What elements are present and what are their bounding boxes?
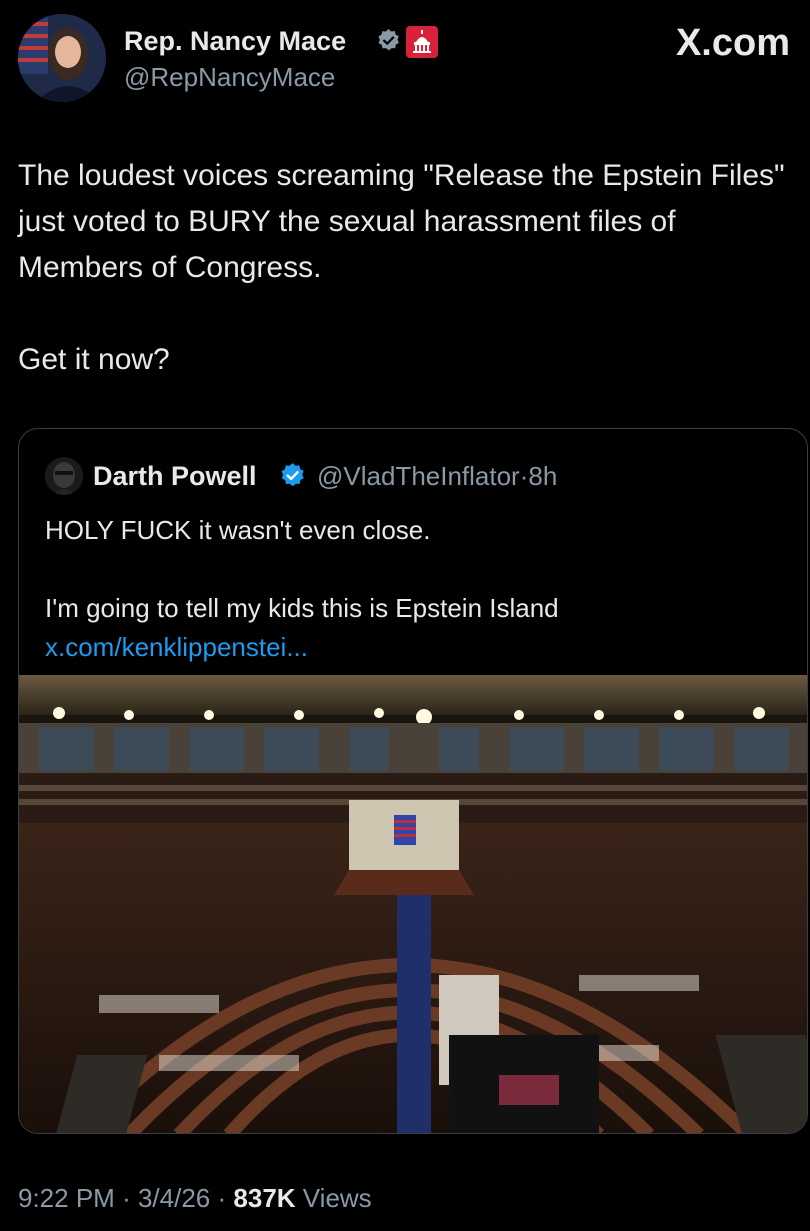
views-label: Views [302,1183,372,1213]
quoted-text-line: I'm going to tell my kids this is Epstei… [45,589,785,667]
house-chamber-photo[interactable] [19,675,808,1134]
us-capitol-badge-icon [406,26,438,58]
quoted-text-line: HOLY FUCK it wasn't even close. [45,515,431,545]
author-name[interactable]: Rep. Nancy Mace [124,26,346,57]
quoted-author-meta[interactable]: @VladTheInflator·8h [317,461,557,492]
quoted-author-name[interactable]: Darth Powell [93,461,257,492]
meta-separator: · [217,1183,227,1213]
views-count[interactable]: 837K [233,1183,295,1213]
quoted-tweet-age: 8h [528,461,558,491]
tweet-paragraph: The loudest voices screaming "Release th… [18,159,785,284]
verified-badge-icon [279,462,306,489]
verified-badge-icon [376,28,401,53]
tweet-date[interactable]: 3/4/26 [138,1183,210,1213]
quoted-tweet-card[interactable]: Darth Powell @VladTheInflator·8h HOLY FU… [18,428,808,1134]
author-avatar[interactable] [18,14,106,102]
quoted-link[interactable]: x.com/kenklippenstei... [45,632,308,662]
quoted-text-span: I'm going to tell my kids this is Epstei… [45,593,559,623]
x-logo: X.com [675,22,790,64]
tweet-paragraph: Get it now? [18,343,170,376]
author-handle[interactable]: @RepNancyMace [124,62,335,93]
quoted-tweet-text: HOLY FUCK it wasn't even close. I'm goin… [45,511,785,667]
quoted-author-handle[interactable]: @VladTheInflator [317,461,520,491]
meta-separator: · [122,1183,131,1213]
tweet-metadata: 9:22 PM · 3/4/26 · 837K Views [18,1183,372,1214]
tweet-text: The loudest voices screaming "Release th… [18,153,798,383]
tweet-time[interactable]: 9:22 PM [18,1183,115,1213]
quoted-author-avatar[interactable] [45,457,83,495]
